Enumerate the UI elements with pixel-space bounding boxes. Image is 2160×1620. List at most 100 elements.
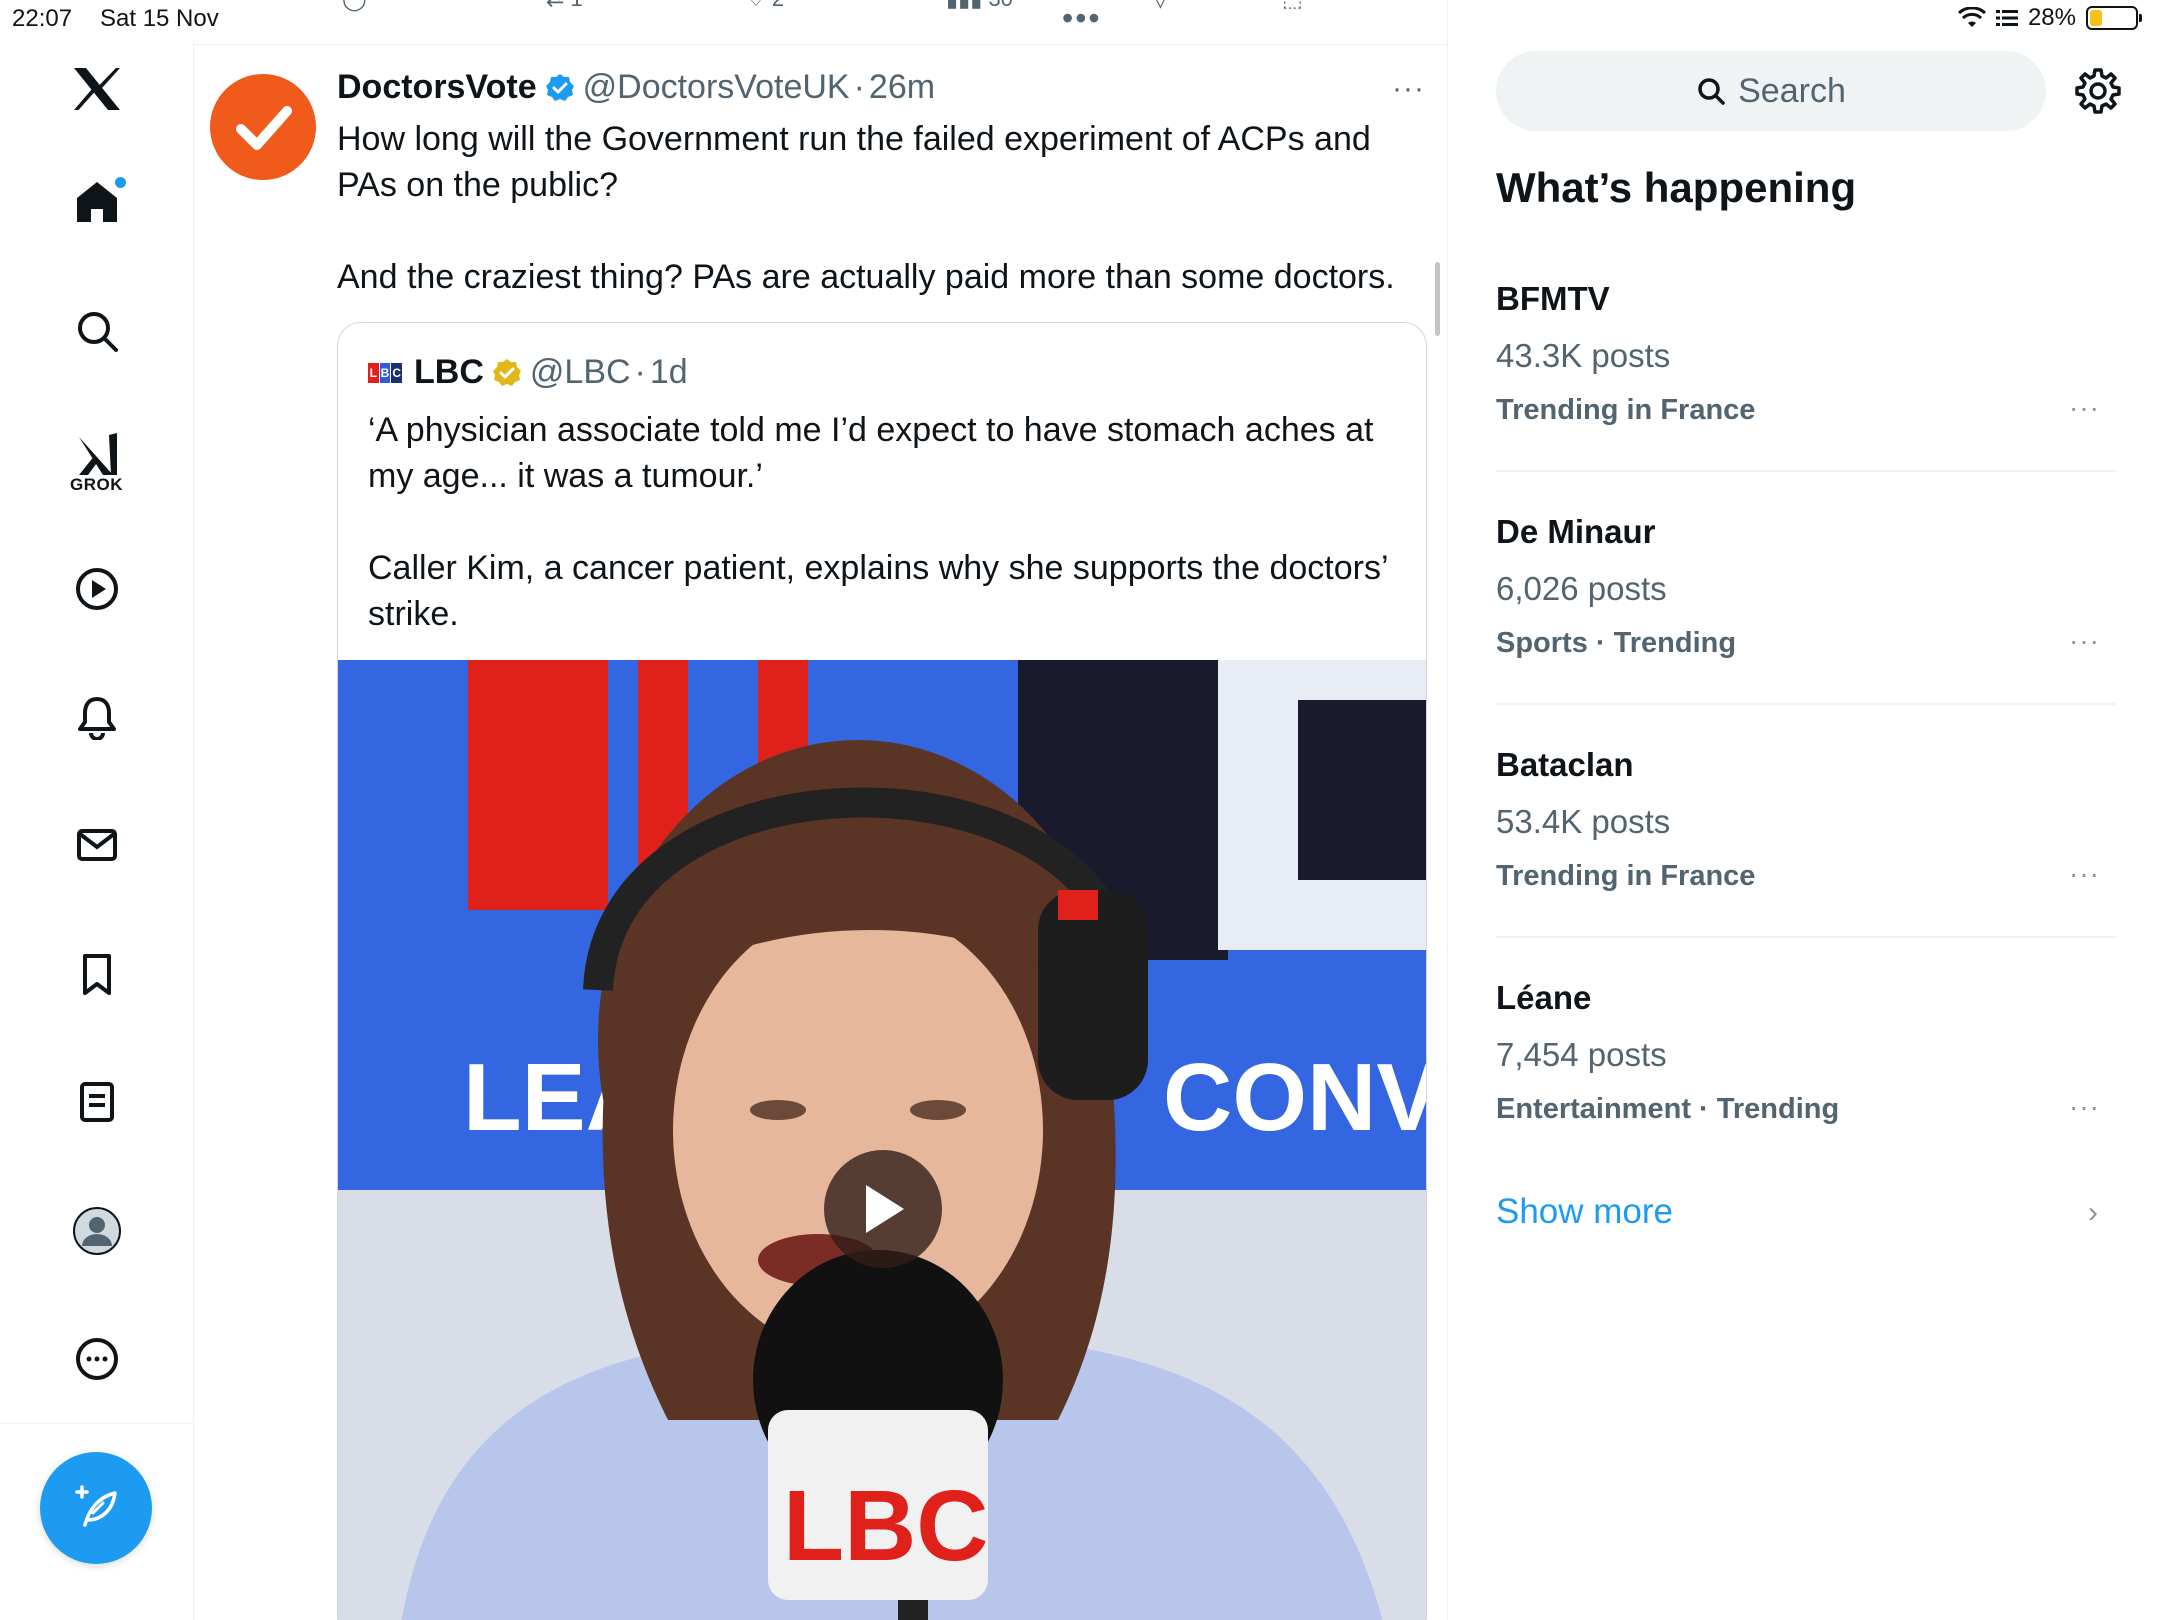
tweet-text-paragraph: How long will the Government run the fai… (337, 120, 1371, 204)
bell-icon (77, 697, 116, 740)
trend-posts: 6,026 posts (1496, 570, 1667, 607)
quoted-text-paragraph: Caller Kim, a cancer patient, explains w… (368, 549, 1388, 633)
x-logo-icon (73, 68, 120, 110)
mic-label: LBC (783, 1470, 989, 1582)
trend-item[interactable]: BFMTV 43.3K posts Trending in France ··· (1496, 280, 2116, 513)
video-bg-text: CONVER (1163, 1044, 1427, 1151)
nav-profile[interactable] (52, 1186, 142, 1276)
profile-avatar-icon (72, 1207, 121, 1255)
nav-explore[interactable] (52, 286, 142, 376)
compose-feather-icon (75, 1485, 117, 1527)
trend-divider (1496, 470, 2116, 472)
x-logo-button[interactable] (52, 44, 142, 134)
list-doc-icon (79, 1082, 114, 1122)
show-more-link[interactable]: Show more (1496, 1192, 1673, 1232)
left-navigation: GROK (0, 40, 194, 1620)
trend-category: Sports · Trending (1496, 627, 1737, 659)
timeline-top-dots: ••• (1062, 0, 1102, 36)
trend-item[interactable]: Bataclan 53.4K posts Trending in France … (1496, 746, 2116, 979)
lbc-logo-icon: L B C (368, 362, 403, 383)
bookmark-action-icon[interactable]: ▽ (1152, 0, 1169, 12)
more-circle-icon (75, 1338, 118, 1380)
tweet-text: How long will the Government run the fai… (337, 116, 1417, 300)
play-circle-icon (75, 568, 118, 610)
nav-divider (0, 1423, 193, 1424)
retweet-icon[interactable]: ⇄ 1 (546, 0, 583, 12)
trend-name: Bataclan (1496, 746, 1634, 783)
trend-category: Entertainment · Trending (1496, 1093, 1840, 1125)
home-notification-dot (114, 177, 126, 188)
tweet-more-button[interactable]: ··· (1392, 72, 1425, 106)
nav-more[interactable] (52, 1314, 142, 1404)
quoted-tweet[interactable]: L B C LBC @LBC · 1d ‘A physician associa… (337, 322, 1427, 1620)
lbc-logo-letter: C (391, 362, 403, 383)
status-time: 22:07 (12, 5, 73, 32)
envelope-icon (76, 829, 117, 861)
tweet-avatar[interactable] (210, 74, 316, 180)
lbc-logo-letter: L (368, 362, 379, 383)
trend-posts: 43.3K posts (1496, 337, 1671, 374)
chevron-right-icon: › (2088, 1196, 2098, 1229)
trend-divider (1496, 936, 2116, 938)
right-sidebar: Search What’s happening BFMTV 43.3K post… (1448, 0, 2160, 1620)
verified-gold-badge-icon (492, 358, 522, 388)
timeline: ◯ ⇄ 1 ♡ 2 ▮▮▮ 30 ▽ ⬚ ••• DoctorsVote @Do… (194, 0, 1448, 1620)
quoted-timestamp[interactable]: 1d (650, 353, 688, 392)
trend-more-button[interactable]: ··· (2069, 625, 2100, 657)
scrollbar-thumb[interactable] (1435, 262, 1440, 336)
tweet-header: DoctorsVote @DoctorsVoteUK · 26m (337, 68, 935, 107)
quoted-tweet-header: L B C LBC @LBC · 1d (368, 353, 688, 392)
whats-happening-title: What’s happening (1496, 164, 1857, 211)
search-input[interactable]: Search (1496, 51, 2046, 131)
lbc-logo-letter: B (379, 362, 391, 383)
gear-icon (2075, 68, 2121, 114)
nav-messages[interactable] (52, 800, 142, 890)
quoted-tweet-text: ‘A physician associate told me I’d expec… (368, 407, 1398, 637)
reply-icon[interactable]: ◯ (342, 0, 367, 12)
play-icon (866, 1185, 904, 1233)
share-icon[interactable]: ⬚ (1282, 0, 1303, 12)
quoted-text-paragraph: ‘A physician associate told me I’d expec… (368, 411, 1374, 495)
nav-video[interactable] (52, 544, 142, 634)
quoted-author-name[interactable]: LBC (414, 353, 484, 392)
trend-name: Léane (1496, 979, 1592, 1016)
nav-lists[interactable] (52, 1057, 142, 1147)
compose-post-button[interactable] (40, 1452, 152, 1564)
tweet-author-handle[interactable]: @DoctorsVoteUK (583, 68, 850, 107)
views-icon[interactable]: ▮▮▮ 30 (946, 0, 1013, 12)
video-thumbnail: LEA CONVER (338, 660, 1427, 1620)
nav-notifications[interactable] (52, 672, 142, 762)
previous-tweet-actions: ◯ ⇄ 1 ♡ 2 ▮▮▮ 30 ▽ ⬚ (194, 0, 1447, 11)
trend-posts: 7,454 posts (1496, 1036, 1667, 1073)
settings-button[interactable] (2073, 66, 2123, 116)
trend-item[interactable]: Léane 7,454 posts Entertainment · Trendi… (1496, 979, 2116, 1212)
nav-grok[interactable]: GROK (52, 418, 142, 508)
trend-more-button[interactable]: ··· (2069, 392, 2100, 424)
retweet-count: 1 (571, 0, 583, 11)
play-button[interactable] (824, 1150, 942, 1268)
nav-home[interactable] (52, 157, 142, 247)
bookmark-icon (82, 954, 111, 995)
trend-more-button[interactable]: ··· (2069, 858, 2100, 890)
grok-label: GROK (70, 475, 123, 494)
home-icon (76, 182, 117, 222)
trend-divider (1496, 703, 2116, 705)
trend-category: Trending in France (1496, 394, 1756, 426)
trend-category: Trending in France (1496, 860, 1756, 892)
tweet-author-name[interactable]: DoctorsVote (337, 68, 537, 107)
feed-separator (194, 44, 1447, 45)
trend-name: De Minaur (1496, 513, 1656, 550)
trend-item[interactable]: De Minaur 6,026 posts Sports · Trending … (1496, 513, 2116, 746)
views-count: 30 (988, 0, 1012, 11)
like-icon[interactable]: ♡ 2 (746, 0, 784, 12)
tweet-timestamp[interactable]: 26m (869, 68, 935, 107)
trend-more-button[interactable]: ··· (2069, 1091, 2100, 1123)
search-icon (77, 312, 118, 352)
video-player[interactable]: LEA CONVER (338, 660, 1427, 1620)
quoted-author-handle[interactable]: @LBC (530, 353, 631, 392)
trend-name: BFMTV (1496, 280, 1610, 317)
quoted-separator: · (634, 353, 646, 391)
like-count: 2 (772, 0, 784, 11)
nav-bookmarks[interactable] (52, 929, 142, 1019)
tweet-text-paragraph: And the craziest thing? PAs are actually… (337, 258, 1395, 296)
